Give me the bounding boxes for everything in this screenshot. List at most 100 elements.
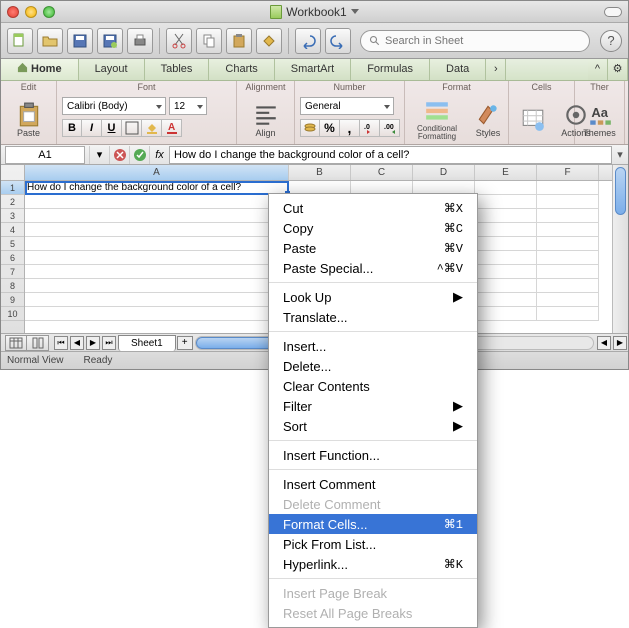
cell-A7[interactable] [25,265,289,279]
paste-button[interactable] [226,28,252,54]
tab-data[interactable]: Data [430,59,486,80]
cell-F10[interactable] [537,307,599,321]
bold-button[interactable]: B [62,119,82,137]
italic-button[interactable]: I [82,119,102,137]
new-workbook-button[interactable] [7,28,33,54]
title-dropdown-icon[interactable] [351,9,359,14]
tab-layout[interactable]: Layout [79,59,145,80]
cell-F9[interactable] [537,293,599,307]
underline-button[interactable]: U [102,119,122,137]
cm-sort[interactable]: Sort▶ [269,416,477,436]
select-all-corner[interactable] [1,165,24,181]
decrease-decimal-button[interactable]: .0 [360,119,380,137]
cell-E4[interactable] [475,223,537,237]
cm-paste[interactable]: Paste⌘V [269,238,477,258]
currency-button[interactable] [300,119,320,137]
themes-button[interactable]: Aa Themes [580,96,620,144]
cell-A3[interactable] [25,209,289,223]
ribbon-collapse[interactable]: ^ [588,59,608,80]
cell-A1[interactable]: How do I change the background color of … [25,181,289,195]
normal-view-button[interactable] [5,335,27,351]
sheet-nav-next[interactable]: ▶ [86,336,100,350]
print-button[interactable] [127,28,153,54]
save-as-button[interactable] [97,28,123,54]
cell-A10[interactable] [25,307,289,321]
cell-E3[interactable] [475,209,537,223]
row-header-10[interactable]: 10 [1,307,24,321]
formula-input[interactable]: How do I change the background color of … [169,146,612,164]
formula-dropdown[interactable]: ▾ [89,146,109,164]
cell-F3[interactable] [537,209,599,223]
cell-A6[interactable] [25,251,289,265]
border-button[interactable] [122,119,142,137]
cell-F7[interactable] [537,265,599,279]
page-layout-view-button[interactable] [27,335,49,351]
cancel-formula-button[interactable] [109,146,129,164]
name-box[interactable]: A1 [5,146,85,164]
cell-E5[interactable] [475,237,537,251]
cell-F1[interactable] [537,181,599,195]
col-header-f[interactable]: F [537,165,599,180]
cell-E2[interactable] [475,195,537,209]
font-name-combo[interactable]: Calibri (Body) [62,97,166,115]
tab-formulas[interactable]: Formulas [351,59,430,80]
cell-F6[interactable] [537,251,599,265]
sheet-nav-last[interactable]: ⏭ [102,336,116,350]
number-format-combo[interactable]: General [300,97,394,115]
enter-formula-button[interactable] [129,146,149,164]
redo-button[interactable] [325,28,351,54]
row-header-7[interactable]: 7 [1,265,24,279]
cm-translate[interactable]: Translate... [269,307,477,327]
col-header-c[interactable]: C [351,165,413,180]
search-box[interactable] [360,30,590,52]
sheet-tab-1[interactable]: Sheet1 [118,335,176,351]
copy-button[interactable] [196,28,222,54]
insert-cells-button[interactable] [513,96,553,144]
col-header-e[interactable]: E [475,165,537,180]
cell-E9[interactable] [475,293,537,307]
tab-home[interactable]: Home [1,59,79,80]
cm-hyperlink[interactable]: Hyperlink...⌘K [269,554,477,574]
align-button[interactable]: Align [246,96,286,144]
col-header-d[interactable]: D [413,165,475,180]
open-button[interactable] [37,28,63,54]
increase-decimal-button[interactable]: .00 [380,119,400,137]
cell-F2[interactable] [537,195,599,209]
add-sheet-button[interactable]: + [177,336,193,350]
fill-color-button[interactable] [142,119,162,137]
row-header-5[interactable]: 5 [1,237,24,251]
cell-A2[interactable] [25,195,289,209]
hscroll-left[interactable]: ◀ [597,336,611,350]
save-button[interactable] [67,28,93,54]
tab-charts[interactable]: Charts [209,59,274,80]
cell-A5[interactable] [25,237,289,251]
cm-delete[interactable]: Delete... [269,356,477,376]
row-header-6[interactable]: 6 [1,251,24,265]
cell-F8[interactable] [537,279,599,293]
fx-button[interactable]: fx [149,146,169,164]
hscroll-right[interactable]: ▶ [613,336,627,350]
paste-big-button[interactable]: Paste [9,96,49,144]
sheet-nav-first[interactable]: ⏮ [54,336,68,350]
conditional-formatting-button[interactable]: Conditional Formatting [409,96,465,144]
cm-format-cells[interactable]: Format Cells...⌘1 [269,514,477,534]
cm-pick-from-list[interactable]: Pick From List... [269,534,477,554]
cm-filter[interactable]: Filter▶ [269,396,477,416]
ribbon-settings[interactable]: ⚙ [608,59,628,80]
cell-A8[interactable] [25,279,289,293]
styles-button[interactable]: Styles [468,96,508,144]
col-header-b[interactable]: B [289,165,351,180]
cm-insert-function[interactable]: Insert Function... [269,445,477,465]
cm-insert-comment[interactable]: Insert Comment [269,474,477,494]
cell-E10[interactable] [475,307,537,321]
row-header-4[interactable]: 4 [1,223,24,237]
cm-paste-special[interactable]: Paste Special...^⌘V [269,258,477,278]
cm-cut[interactable]: Cut⌘X [269,198,477,218]
tab-smartart[interactable]: SmartArt [275,59,351,80]
cell-A9[interactable] [25,293,289,307]
tab-scroll-right[interactable]: › [486,59,506,80]
format-painter-button[interactable] [256,28,282,54]
formula-bar-expand[interactable]: ▾ [612,148,628,161]
cell-F5[interactable] [537,237,599,251]
search-input[interactable] [385,35,567,47]
